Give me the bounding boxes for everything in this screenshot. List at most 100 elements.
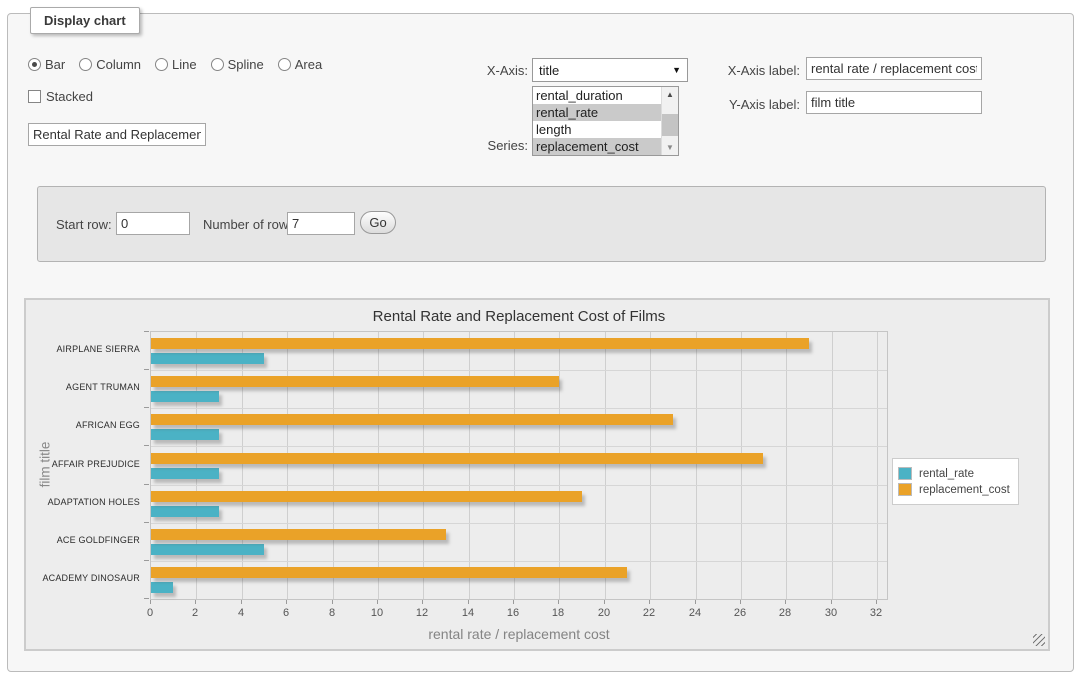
gridline [650,332,651,599]
num-rows-input[interactable] [287,212,355,235]
x-tick-label: 8 [312,607,352,619]
x-tick-mark [377,600,378,604]
y-tick-mark [144,522,149,523]
x-tick-mark [558,600,559,604]
x-tick-mark [150,600,151,604]
gridline [741,332,742,599]
bar-replacement_cost [151,529,446,540]
x-tick-mark [286,600,287,604]
y-tick-mark [144,407,149,408]
x-tick-label: 18 [538,607,578,619]
series-listbox[interactable]: rental_durationrental_ratelengthreplacem… [532,86,679,156]
x-tick-label: 22 [629,607,669,619]
bar-rental_rate [151,391,219,402]
gridline [151,561,887,562]
chart-container: Rental Rate and Replacement Cost of Film… [24,298,1050,651]
x-axis-title: rental rate / replacement cost [150,626,888,642]
x-axis-label-input[interactable] [806,57,982,80]
y-tick-mark [144,598,149,599]
x-tick-mark [468,600,469,604]
x-tick-label: 14 [448,607,488,619]
chart-title-input[interactable] [28,123,206,146]
series-select-label: Series: [470,138,528,154]
x-tick-label: 10 [357,607,397,619]
start-row-input[interactable] [116,212,190,235]
x-tick-mark [604,600,605,604]
series-option-replacement_cost[interactable]: replacement_cost [533,138,661,155]
gridline [196,332,197,599]
stacked-checkbox-row[interactable]: Stacked [28,89,93,104]
bar-rental_rate [151,429,219,440]
bar-replacement_cost [151,567,627,578]
series-option-length[interactable]: length [533,121,661,138]
y-tick-mark [144,560,149,561]
chart-type-radio-area[interactable]: Area [278,57,322,72]
y-tick-mark [144,484,149,485]
x-tick-mark [831,600,832,604]
gridline [242,332,243,599]
legend-label: rental_rate [919,468,974,480]
radio-icon[interactable] [79,58,92,71]
scroll-up-icon[interactable]: ▲ [662,87,678,102]
bar-rental_rate [151,353,264,364]
scroll-down-icon[interactable]: ▼ [662,140,678,155]
bar-replacement_cost [151,453,763,464]
radio-label: Bar [45,57,65,72]
start-row-label: Start row: [56,217,112,233]
y-tick-mark [144,331,149,332]
bar-replacement_cost [151,414,673,425]
y-tick-mark [144,445,149,446]
radio-label: Line [172,57,197,72]
gridline [287,332,288,599]
gridline [786,332,787,599]
chart-type-radio-group: Bar Column Line Spline Area [28,57,322,72]
bar-rental_rate [151,544,264,555]
x-tick-mark [876,600,877,604]
x-tick-label: 28 [765,607,805,619]
chevron-down-icon: ▼ [672,65,681,75]
x-tick-label: 0 [130,607,170,619]
category-label: AIRPLANE SIERRA [28,344,140,354]
gridline [151,408,887,409]
x-tick-label: 30 [811,607,851,619]
series-option-rental_duration[interactable]: rental_duration [533,87,661,104]
y-axis-label-label: Y-Axis label: [710,97,800,113]
chart-type-radio-column[interactable]: Column [79,57,141,72]
bar-replacement_cost [151,491,582,502]
x-tick-label: 32 [856,607,896,619]
legend-swatch [898,467,912,480]
x-tick-mark [740,600,741,604]
x-tick-mark [332,600,333,604]
legend-row: rental_rate [898,467,1010,480]
radio-label: Area [295,57,322,72]
x-axis-select[interactable]: title ▼ [532,58,688,82]
chart-type-radio-spline[interactable]: Spline [211,57,264,72]
bar-replacement_cost [151,338,809,349]
resize-grip-icon[interactable] [1033,634,1045,646]
x-tick-mark [241,600,242,604]
stacked-label: Stacked [46,89,93,104]
series-option-rental_rate[interactable]: rental_rate [533,104,661,121]
series-scrollbar[interactable]: ▲ ▼ [661,87,678,155]
radio-icon[interactable] [278,58,291,71]
x-axis-select-label: X-Axis: [470,63,528,79]
go-button[interactable]: Go [360,211,396,234]
radio-icon[interactable] [211,58,224,71]
radio-icon[interactable] [28,58,41,71]
gridline [333,332,334,599]
fieldset-legend: Display chart [30,7,140,34]
stacked-checkbox[interactable] [28,90,41,103]
category-label: ACE GOLDFINGER [28,535,140,545]
category-label: AGENT TRUMAN [28,382,140,392]
x-tick-mark [422,600,423,604]
category-label: ADAPTATION HOLES [28,497,140,507]
gridline [151,523,887,524]
category-label: ACADEMY DINOSAUR [28,573,140,583]
radio-label: Spline [228,57,264,72]
y-axis-label-input[interactable] [806,91,982,114]
scrollbar-thumb[interactable] [662,114,678,136]
chart-type-radio-bar[interactable]: Bar [28,57,65,72]
radio-icon[interactable] [155,58,168,71]
x-axis-label-label: X-Axis label: [710,63,800,79]
chart-type-radio-line[interactable]: Line [155,57,197,72]
